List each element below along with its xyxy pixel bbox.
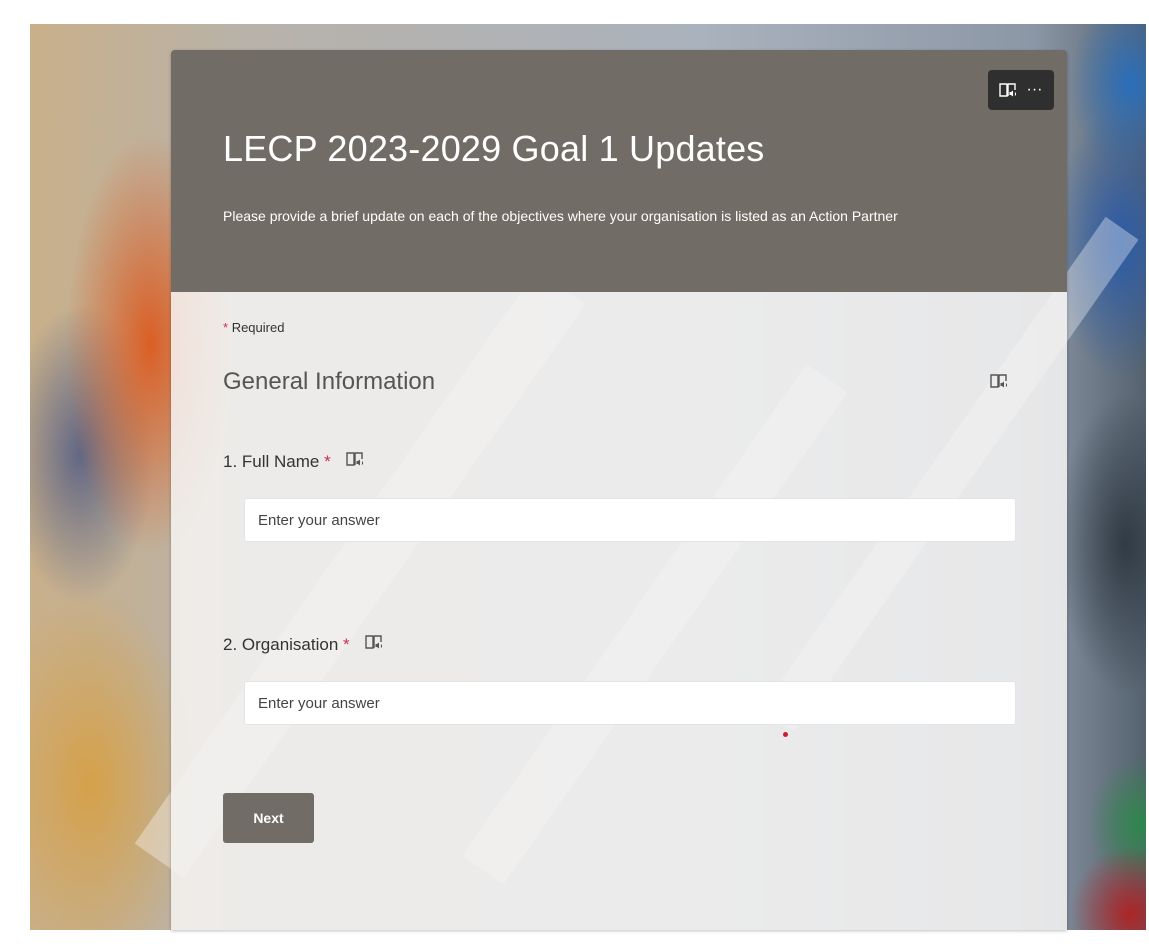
question-label: 2. Organisation <box>223 634 339 654</box>
form-body: * Required General Information 1. Full N… <box>171 292 1067 930</box>
screenshot-frame: ··· LECP 2023-2029 Goal 1 Updates Please… <box>0 0 1149 946</box>
form-header: ··· LECP 2023-2029 Goal 1 Updates Please… <box>171 50 1067 292</box>
question-full-name: 1. Full Name * <box>223 450 365 473</box>
required-note: * Required <box>223 320 284 335</box>
form-toolbar: ··· <box>988 70 1054 110</box>
form-title: LECP 2023-2029 Goal 1 Updates <box>223 128 765 169</box>
organisation-input[interactable] <box>244 681 1016 725</box>
required-label: Required <box>231 320 285 335</box>
question-organisation: 2. Organisation * <box>223 633 384 656</box>
required-star: * <box>343 634 350 654</box>
full-name-input[interactable] <box>244 498 1016 542</box>
more-options-icon[interactable]: ··· <box>1023 78 1047 102</box>
cursor-dot <box>783 732 788 737</box>
next-button[interactable]: Next <box>223 793 314 843</box>
immersive-reader-icon[interactable] <box>989 372 1009 395</box>
form-description: Please provide a brief update on each of… <box>223 208 898 224</box>
required-star: * <box>223 320 229 335</box>
immersive-reader-icon[interactable] <box>364 633 384 656</box>
question-label: 1. Full Name <box>223 451 320 471</box>
form-card: ··· LECP 2023-2029 Goal 1 Updates Please… <box>171 50 1067 930</box>
required-star: * <box>324 451 331 471</box>
immersive-reader-icon[interactable] <box>996 78 1020 102</box>
immersive-reader-icon[interactable] <box>345 450 365 473</box>
section-title: General Information <box>223 368 436 395</box>
